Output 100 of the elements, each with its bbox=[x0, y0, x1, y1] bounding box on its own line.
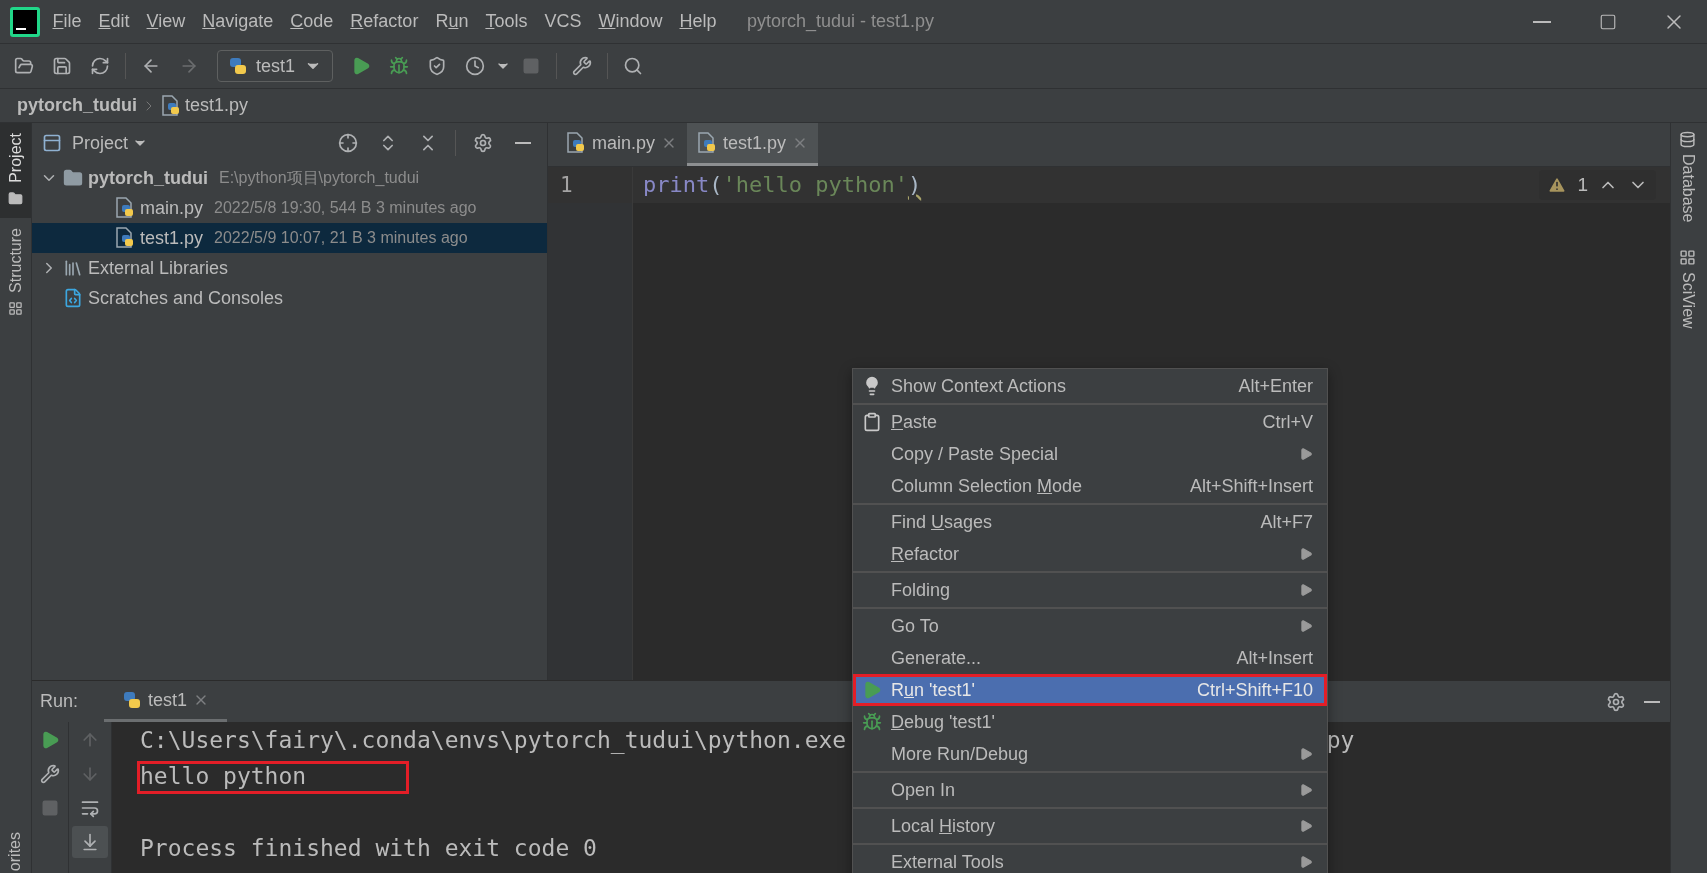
play-icon bbox=[40, 730, 60, 750]
minimize-icon bbox=[515, 142, 531, 144]
tree-row[interactable]: pytorch_tudui E:\python项目\pytorch_tudui bbox=[32, 163, 547, 193]
console-line: Process finished with exit code 0 bbox=[140, 834, 597, 863]
submenu-arrow-icon bbox=[1299, 747, 1313, 761]
scratch-file-icon bbox=[63, 288, 83, 308]
submenu-arrow-icon bbox=[1299, 783, 1313, 797]
tree-item-name: Scratches and Consoles bbox=[88, 287, 284, 309]
folder-icon bbox=[8, 190, 23, 206]
menu-item[interactable]: External Tools bbox=[853, 846, 1327, 873]
menu-item[interactable]: Help bbox=[671, 11, 725, 32]
menu-item[interactable]: Refactor bbox=[341, 11, 427, 32]
settings-icon bbox=[473, 133, 493, 153]
minimize-icon bbox=[1533, 20, 1551, 23]
menu-item[interactable]: Code bbox=[281, 11, 342, 32]
tree-item-detail: 2022/5/9 10:07, 21 B 3 minutes ago bbox=[214, 229, 468, 247]
menu-item[interactable]: View bbox=[138, 11, 194, 32]
run-panel-label: Run: bbox=[40, 691, 79, 712]
grid-icon bbox=[8, 300, 23, 316]
folder-icon bbox=[63, 168, 83, 188]
tree-item-name: main.py bbox=[140, 197, 204, 219]
database-icon bbox=[1679, 131, 1696, 148]
tree-item-detail: E:\python项目\pytorch_tudui bbox=[219, 167, 420, 188]
bug-icon bbox=[862, 712, 882, 732]
console-line: C:\Users\fairy\.conda\envs\pytorch_tudui\python.exe bbox=[140, 726, 847, 756]
warning-icon bbox=[1547, 175, 1568, 195]
menu-item[interactable]: Local History bbox=[853, 810, 1327, 842]
console-line: hello python bbox=[140, 762, 307, 791]
menu-item[interactable]: Edit bbox=[90, 11, 139, 32]
menu-item[interactable]: Run 'test1' Ctrl+Shift+F10 bbox=[853, 674, 1327, 706]
menu-item[interactable]: Window bbox=[589, 11, 671, 32]
python-icon bbox=[228, 56, 248, 76]
crosshair-icon bbox=[338, 133, 358, 153]
menu-item[interactable]: Debug 'test1' bbox=[853, 706, 1327, 738]
side-tab[interactable]: Project bbox=[0, 123, 31, 218]
menu-item[interactable]: VCS bbox=[535, 11, 590, 32]
side-tab[interactable]: Database bbox=[1678, 131, 1697, 223]
python-file-icon bbox=[115, 227, 135, 249]
submenu-arrow-icon bbox=[1299, 855, 1313, 869]
python-file-icon bbox=[697, 132, 718, 154]
scroll-to-end-button[interactable] bbox=[72, 826, 108, 858]
submenu-arrow-icon bbox=[1299, 447, 1313, 461]
side-tab[interactable]: orites bbox=[6, 831, 31, 871]
wrench-icon bbox=[572, 56, 592, 76]
run-icon bbox=[862, 680, 882, 700]
maximize-icon bbox=[1599, 12, 1617, 31]
menu-item[interactable]: Copy / Paste Special bbox=[853, 438, 1327, 470]
tree-row[interactable]: External Libraries bbox=[32, 253, 547, 283]
breadcrumb-item[interactable]: pytorch_tudui bbox=[17, 95, 137, 116]
stop-icon bbox=[41, 799, 59, 817]
tree-item-name: pytorch_tudui bbox=[88, 167, 208, 189]
tree-row[interactable]: Scratches and Consoles bbox=[32, 283, 547, 313]
menu-item[interactable]: Refactor bbox=[853, 538, 1327, 570]
menu-item[interactable]: Find Usages Alt+F7 bbox=[853, 506, 1327, 538]
menu-item[interactable]: File bbox=[44, 11, 90, 32]
menu-item[interactable]: More Run/Debug bbox=[853, 738, 1327, 770]
menu-item[interactable]: Show Context Actions Alt+Enter bbox=[853, 370, 1327, 402]
wrench-icon bbox=[40, 764, 60, 784]
tree-row[interactable]: main.py 2022/5/8 19:30, 544 B 3 minutes ago bbox=[32, 193, 547, 223]
submenu-arrow-icon bbox=[1299, 819, 1313, 833]
panel-title[interactable]: Project bbox=[72, 132, 129, 154]
tree-item-detail: 2022/5/8 19:30, 544 B 3 minutes ago bbox=[214, 199, 477, 217]
save-icon bbox=[52, 56, 72, 76]
wrap-icon bbox=[80, 798, 100, 818]
menu-item[interactable]: Paste Ctrl+V bbox=[853, 406, 1327, 438]
grid-icon bbox=[1679, 248, 1696, 266]
menu-item[interactable]: Generate... Alt+Insert bbox=[853, 642, 1327, 674]
settings-icon bbox=[1606, 691, 1626, 712]
menu-item[interactable]: Tools bbox=[476, 11, 536, 32]
side-tab[interactable]: Structure bbox=[0, 217, 31, 328]
menu-item[interactable]: Run bbox=[426, 11, 477, 32]
python-icon bbox=[122, 690, 143, 710]
python-file-icon bbox=[566, 132, 586, 154]
minimize-icon bbox=[1644, 700, 1660, 703]
menu-item[interactable]: Folding bbox=[853, 574, 1327, 606]
window-title: pytorch_tudui - test1.py bbox=[747, 11, 935, 32]
panel-icon bbox=[42, 133, 62, 153]
bug-icon bbox=[389, 56, 409, 76]
stop-icon bbox=[522, 57, 540, 75]
tree-item-name: External Libraries bbox=[88, 257, 229, 279]
refresh-icon bbox=[90, 56, 110, 76]
python-file-icon bbox=[115, 197, 135, 219]
menu-item[interactable]: Column Selection Mode Alt+Shift+Insert bbox=[853, 470, 1327, 502]
menu-item[interactable]: Navigate bbox=[193, 11, 282, 32]
app-logo-icon bbox=[10, 6, 40, 37]
menu-item[interactable]: Open In bbox=[853, 774, 1327, 806]
menu-item[interactable]: Go To bbox=[853, 610, 1327, 642]
python-file-icon bbox=[161, 94, 181, 117]
console-line: py bbox=[1326, 726, 1355, 755]
tree-item-name: test1.py bbox=[140, 227, 204, 249]
editor-tab[interactable]: main.py bbox=[556, 123, 688, 166]
run-config-dropdown[interactable]: test1 bbox=[217, 50, 333, 82]
library-icon bbox=[63, 258, 83, 278]
search-icon bbox=[623, 56, 643, 76]
tree-row[interactable]: test1.py 2022/5/9 10:07, 21 B 3 minutes ago bbox=[32, 223, 547, 253]
editor-tab[interactable]: test1.py bbox=[687, 123, 819, 166]
side-tab[interactable]: SciView bbox=[1678, 248, 1697, 329]
folder-icon bbox=[14, 56, 34, 76]
submenu-arrow-icon bbox=[1299, 619, 1313, 633]
breadcrumb-item[interactable]: test1.py bbox=[185, 95, 249, 116]
